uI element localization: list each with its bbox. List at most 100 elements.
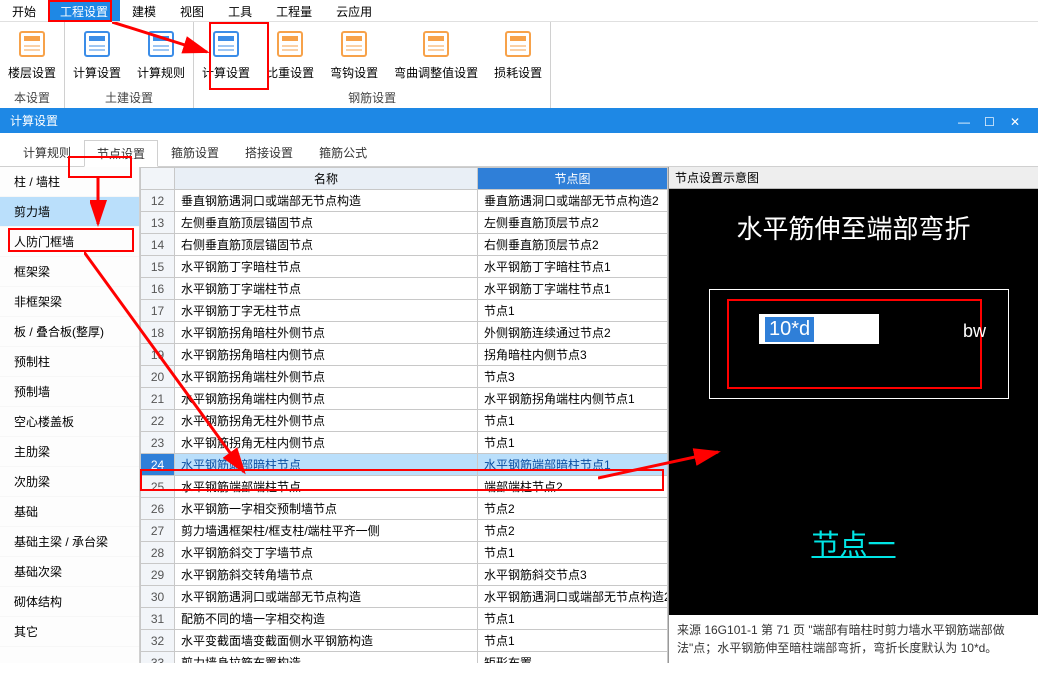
row-node[interactable]: 节点2	[478, 520, 668, 542]
row-node[interactable]: 左侧垂直筋顶层节点2	[478, 212, 668, 234]
row-num: 22	[141, 410, 175, 432]
table-row[interactable]: 12垂直钢筋遇洞口或端部无节点构造垂直筋遇洞口或端部无节点构造2	[141, 190, 668, 212]
row-node[interactable]: 水平钢筋丁字暗柱节点1	[478, 256, 668, 278]
row-num: 25	[141, 476, 175, 498]
row-num: 15	[141, 256, 175, 278]
preview-heading: 水平筋伸至端部弯折	[669, 209, 1038, 246]
ribbon-icon	[502, 28, 534, 60]
menu-开始[interactable]: 开始	[0, 0, 48, 21]
row-node[interactable]: 节点1	[478, 410, 668, 432]
table-row[interactable]: 25水平钢筋端部端柱节点端部端柱节点2	[141, 476, 668, 498]
table-row[interactable]: 28水平钢筋斜交丁字墙节点节点1	[141, 542, 668, 564]
row-node[interactable]: 节点3	[478, 366, 668, 388]
table-row[interactable]: 13左侧垂直筋顶层锚固节点左侧垂直筋顶层节点2	[141, 212, 668, 234]
row-node[interactable]: 外侧钢筋连续通过节点2	[478, 322, 668, 344]
sidebar-item-13[interactable]: 基础次梁	[0, 557, 139, 587]
row-node[interactable]: 矩形布置	[478, 652, 668, 664]
row-node[interactable]: 拐角暗柱内侧节点3	[478, 344, 668, 366]
table-row[interactable]: 22水平钢筋拐角无柱外侧节点节点1	[141, 410, 668, 432]
row-num: 19	[141, 344, 175, 366]
table-row[interactable]: 30水平钢筋遇洞口或端部无节点构造水平钢筋遇洞口或端部无节点构造2	[141, 586, 668, 608]
maximize-icon[interactable]: ☐	[984, 115, 996, 127]
row-node[interactable]: 右侧垂直筋顶层节点2	[478, 234, 668, 256]
ribbon-损耗设置[interactable]: 损耗设置	[486, 22, 550, 87]
table-row[interactable]: 19水平钢筋拐角暗柱内侧节点拐角暗柱内侧节点3	[141, 344, 668, 366]
table-row[interactable]: 29水平钢筋斜交转角墙节点水平钢筋斜交节点3	[141, 564, 668, 586]
row-num: 29	[141, 564, 175, 586]
menu-云应用[interactable]: 云应用	[324, 0, 384, 21]
sidebar-item-1[interactable]: 剪力墙	[0, 197, 139, 227]
table-row[interactable]: 14右侧垂直筋顶层锚固节点右侧垂直筋顶层节点2	[141, 234, 668, 256]
sidebar-item-8[interactable]: 空心楼盖板	[0, 407, 139, 437]
sidebar-item-0[interactable]: 柱 / 墙柱	[0, 167, 139, 197]
row-node[interactable]: 垂直筋遇洞口或端部无节点构造2	[478, 190, 668, 212]
row-node[interactable]: 水平钢筋斜交节点3	[478, 564, 668, 586]
table-row[interactable]: 24水平钢筋端部暗柱节点水平钢筋端部暗柱节点1	[141, 454, 668, 476]
sidebar-item-11[interactable]: 基础	[0, 497, 139, 527]
row-node[interactable]: 端部端柱节点2	[478, 476, 668, 498]
table-row[interactable]: 20水平钢筋拐角端柱外侧节点节点3	[141, 366, 668, 388]
sidebar-item-10[interactable]: 次肋梁	[0, 467, 139, 497]
ribbon-计算设置[interactable]: 计算设置	[194, 22, 258, 87]
row-name: 左侧垂直筋顶层锚固节点	[175, 212, 478, 234]
row-node[interactable]: 水平钢筋遇洞口或端部无节点构造2	[478, 586, 668, 608]
menu-工程量[interactable]: 工程量	[264, 0, 324, 21]
table-row[interactable]: 33剪力墙身拉筋布置构造矩形布置	[141, 652, 668, 664]
tab-箍筋设置[interactable]: 箍筋设置	[158, 139, 232, 166]
group-title: 本设置	[0, 87, 64, 108]
sidebar-item-2[interactable]: 人防门框墙	[0, 227, 139, 257]
sidebar-item-12[interactable]: 基础主梁 / 承台梁	[0, 527, 139, 557]
sidebar-item-7[interactable]: 预制墙	[0, 377, 139, 407]
menu-建模[interactable]: 建模	[120, 0, 168, 21]
table-row[interactable]: 27剪力墙遇框架柱/框支柱/端柱平齐一侧节点2	[141, 520, 668, 542]
ribbon-计算设置[interactable]: 计算设置	[65, 22, 129, 87]
table-row[interactable]: 23水平钢筋拐角无柱内侧节点节点1	[141, 432, 668, 454]
row-name: 水平钢筋一字相交预制墙节点	[175, 498, 478, 520]
row-node[interactable]: 节点2	[478, 498, 668, 520]
menu-工具[interactable]: 工具	[216, 0, 264, 21]
row-node[interactable]: 节点1	[478, 630, 668, 652]
bend-length-input[interactable]: 10*d	[759, 314, 879, 344]
table-row[interactable]: 26水平钢筋一字相交预制墙节点节点2	[141, 498, 668, 520]
node-name-label[interactable]: 节点一	[669, 523, 1038, 563]
table-row[interactable]: 21水平钢筋拐角端柱内侧节点水平钢筋拐角端柱内侧节点1	[141, 388, 668, 410]
group-title: 土建设置	[65, 87, 193, 108]
table-row[interactable]: 18水平钢筋拐角暗柱外侧节点外侧钢筋连续通过节点2	[141, 322, 668, 344]
tab-搭接设置[interactable]: 搭接设置	[232, 139, 306, 166]
menu-视图[interactable]: 视图	[168, 0, 216, 21]
ribbon-弯钩设置[interactable]: 弯钩设置	[322, 22, 386, 87]
node-table: 名称 节点图 12垂直钢筋遇洞口或端部无节点构造垂直筋遇洞口或端部无节点构造21…	[140, 167, 668, 663]
sidebar-item-3[interactable]: 框架梁	[0, 257, 139, 287]
ribbon-楼层设置[interactable]: 楼层设置	[0, 22, 64, 87]
row-node[interactable]: 水平钢筋端部暗柱节点1	[478, 454, 668, 476]
table-row[interactable]: 31配筋不同的墙一字相交构造节点1	[141, 608, 668, 630]
menu-工程设置[interactable]: 工程设置	[48, 0, 120, 21]
sidebar-item-5[interactable]: 板 / 叠合板(整厚)	[0, 317, 139, 347]
table-row[interactable]: 16水平钢筋丁字端柱节点水平钢筋丁字端柱节点1	[141, 278, 668, 300]
ribbon-比重设置[interactable]: 比重设置	[258, 22, 322, 87]
sidebar-item-4[interactable]: 非框架梁	[0, 287, 139, 317]
tab-节点设置[interactable]: 节点设置	[84, 140, 158, 167]
sidebar-item-15[interactable]: 其它	[0, 617, 139, 647]
sidebar-item-9[interactable]: 主肋梁	[0, 437, 139, 467]
table-row[interactable]: 17水平钢筋丁字无柱节点节点1	[141, 300, 668, 322]
row-node[interactable]: 节点1	[478, 542, 668, 564]
close-icon[interactable]: ✕	[1010, 115, 1022, 127]
ribbon-icon	[420, 28, 452, 60]
row-name: 水平变截面墙变截面侧水平钢筋构造	[175, 630, 478, 652]
row-node[interactable]: 节点1	[478, 432, 668, 454]
row-node[interactable]: 节点1	[478, 300, 668, 322]
ribbon-计算规则[interactable]: 计算规则	[129, 22, 193, 87]
ribbon-弯曲调整值设置[interactable]: 弯曲调整值设置	[386, 22, 486, 87]
table-row[interactable]: 32水平变截面墙变截面侧水平钢筋构造节点1	[141, 630, 668, 652]
tab-箍筋公式[interactable]: 箍筋公式	[306, 139, 380, 166]
sidebar-item-14[interactable]: 砌体结构	[0, 587, 139, 617]
preview-panel: 节点设置示意图 水平筋伸至端部弯折 10*d bw 节点一 来源 16G101-…	[668, 167, 1038, 663]
minimize-icon[interactable]: —	[958, 115, 970, 127]
table-row[interactable]: 15水平钢筋丁字暗柱节点水平钢筋丁字暗柱节点1	[141, 256, 668, 278]
tab-计算规则[interactable]: 计算规则	[10, 139, 84, 166]
row-node[interactable]: 水平钢筋拐角端柱内侧节点1	[478, 388, 668, 410]
row-node[interactable]: 水平钢筋丁字端柱节点1	[478, 278, 668, 300]
row-node[interactable]: 节点1	[478, 608, 668, 630]
sidebar-item-6[interactable]: 预制柱	[0, 347, 139, 377]
